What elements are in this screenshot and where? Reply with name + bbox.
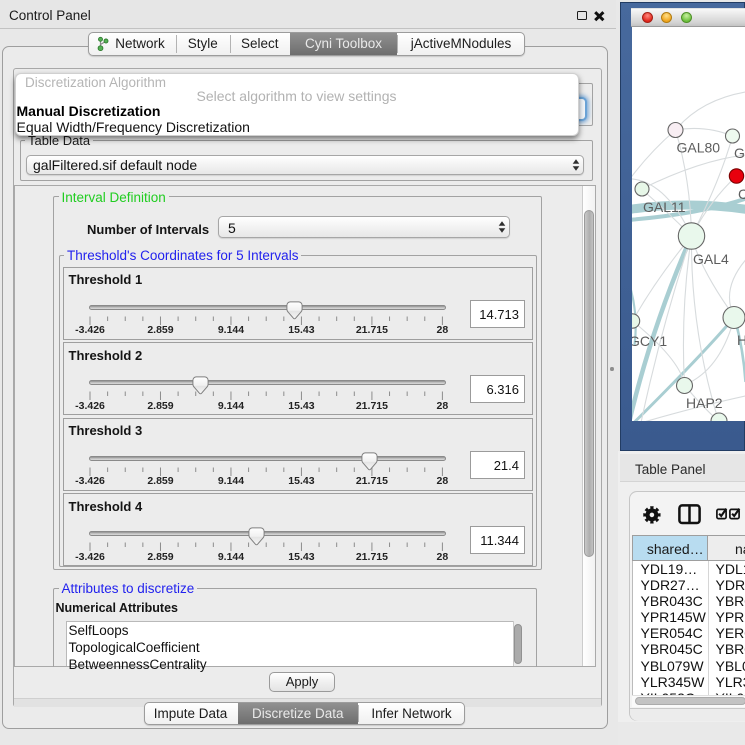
svg-text:GCY1: GCY1 xyxy=(632,333,667,349)
svg-text:GAL11: GAL11 xyxy=(643,199,686,215)
svg-text:GA: GA xyxy=(734,145,745,161)
svg-text:HAP2: HAP2 xyxy=(686,395,723,411)
svg-text:GAL4: GAL4 xyxy=(693,251,729,267)
svg-text:H: H xyxy=(737,332,745,348)
svg-text:GAL80: GAL80 xyxy=(676,140,720,156)
svg-text:C: C xyxy=(738,186,745,202)
